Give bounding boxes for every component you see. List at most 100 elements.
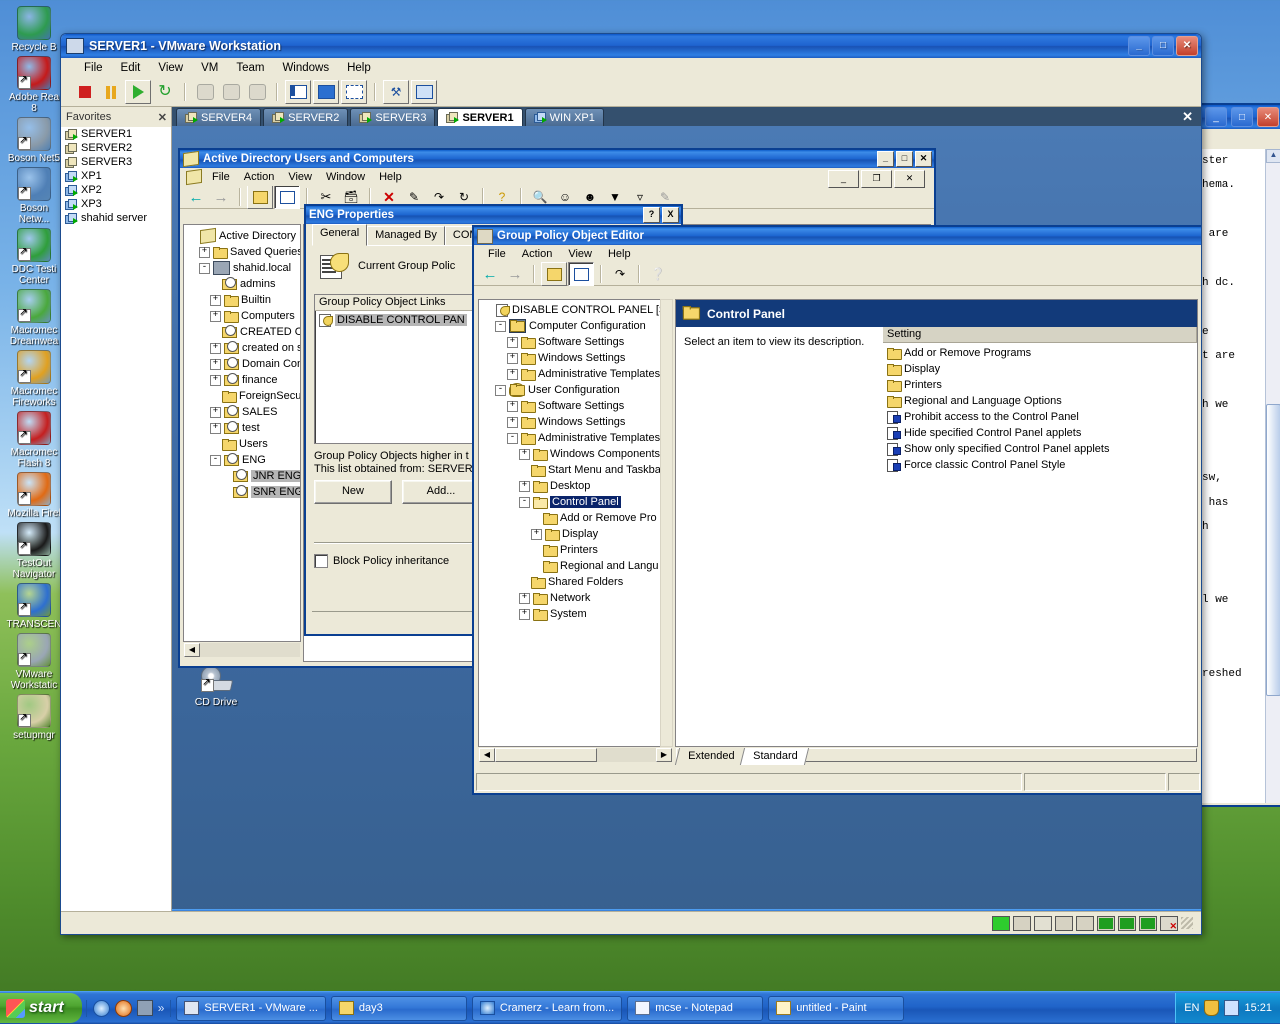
- tree-node[interactable]: Add or Remove Pro: [481, 510, 672, 526]
- resize-grip[interactable]: [1181, 917, 1193, 929]
- expand-icon[interactable]: +: [507, 400, 518, 412]
- tree-node[interactable]: Shared Folders: [481, 574, 672, 590]
- desktop-icon-transcend[interactable]: TRANSCEN: [0, 583, 68, 630]
- vm-menu-vm[interactable]: VM: [192, 61, 227, 75]
- gpoe-menu-view[interactable]: View: [560, 247, 600, 261]
- close-icon[interactable]: ✕: [158, 111, 167, 124]
- setting-row[interactable]: Show only specified Control Panel applet…: [883, 441, 1197, 457]
- vmware-menu-bar[interactable]: File Edit View VM Team Windows Help: [61, 58, 1201, 78]
- ie-icon[interactable]: [92, 999, 110, 1017]
- expand-icon[interactable]: +: [210, 374, 221, 386]
- expand-icon[interactable]: +: [210, 342, 221, 354]
- help-icon[interactable]: ❔: [646, 263, 670, 285]
- host-start-button[interactable]: start: [0, 993, 82, 1023]
- export-list-icon[interactable]: ↷: [608, 263, 632, 285]
- view-tab-standard[interactable]: Standard: [740, 748, 810, 765]
- tree-node[interactable]: Printers: [481, 542, 672, 558]
- network-disconnected-icon[interactable]: [1139, 915, 1157, 932]
- expand-icon[interactable]: +: [519, 608, 530, 620]
- desktop-icon-dreamweaver[interactable]: MacromecDreamwea: [0, 289, 68, 347]
- favorite-item-server2[interactable]: SERVER2: [61, 141, 171, 155]
- desktop-icon-setupmgr[interactable]: setupmgr: [0, 694, 68, 741]
- setting-row[interactable]: Hide specified Control Panel applets: [883, 425, 1197, 441]
- notepad-window[interactable]: _ □ ✕ ster hema. are h dc. e t are h we …: [1196, 103, 1280, 807]
- notepad-close-button[interactable]: ✕: [1257, 107, 1279, 127]
- favorite-item-xp3[interactable]: XP3: [61, 197, 171, 211]
- vmware-minimize-button[interactable]: _: [1128, 36, 1150, 56]
- tree-node[interactable]: - Control Panel: [481, 494, 672, 510]
- vm-tab-server3[interactable]: SERVER3: [350, 108, 436, 126]
- tree-node[interactable]: + Saved Queries: [186, 244, 300, 260]
- back-icon[interactable]: ←: [478, 263, 502, 285]
- engprops-tab-general[interactable]: General: [312, 224, 368, 246]
- host-task-paint[interactable]: untitled - Paint: [768, 995, 905, 1021]
- ad-menu-view[interactable]: View: [281, 170, 319, 184]
- expand-icon[interactable]: +: [210, 358, 221, 370]
- collapse-icon[interactable]: -: [495, 384, 506, 396]
- engprops-close-button[interactable]: X: [662, 207, 679, 223]
- expand-icon[interactable]: +: [210, 422, 221, 434]
- expand-icon[interactable]: +: [507, 416, 518, 428]
- vmware-close-button[interactable]: ✕: [1176, 36, 1198, 56]
- tree-node[interactable]: DISABLE CONTROL PANEL [SERVER: [481, 302, 672, 318]
- desktop-icon-testout-navigator[interactable]: TestOutNavigator: [0, 522, 68, 580]
- expand-icon[interactable]: +: [210, 310, 221, 322]
- ad-tree-hscrollbar[interactable]: ◀: [183, 642, 301, 658]
- quick-launch-bar[interactable]: »: [85, 999, 172, 1017]
- setting-row[interactable]: Add or Remove Programs: [883, 345, 1197, 361]
- tree-node[interactable]: - Computer Configuration: [481, 318, 672, 334]
- volume-icon[interactable]: [1224, 1000, 1240, 1016]
- desktop-icon-adobe-reader[interactable]: Adobe Rea8: [0, 56, 68, 114]
- host-task-vmware[interactable]: SERVER1 - VMware ...: [176, 995, 326, 1021]
- expand-icon[interactable]: +: [519, 592, 530, 604]
- expand-icon[interactable]: +: [531, 528, 542, 540]
- gpoe-tree-hscrollbar[interactable]: ◀ ▶: [478, 747, 673, 763]
- gpoe-menu-bar[interactable]: File Action View Help: [474, 245, 1201, 263]
- tree-node[interactable]: + Software Settings: [481, 398, 672, 414]
- checkbox-box[interactable]: [314, 554, 328, 568]
- desktop-icon-boson-network[interactable]: BosonNetw...: [0, 167, 68, 225]
- vm-tab-server1[interactable]: SERVER1: [437, 108, 523, 126]
- play-icon[interactable]: [125, 80, 151, 104]
- desktop-icon-vmware-workstation[interactable]: VMwareWorkstatic: [0, 633, 68, 691]
- tree-node[interactable]: + SALES: [186, 404, 300, 420]
- show-hide-tree-icon[interactable]: [274, 185, 300, 209]
- scrollbar-thumb[interactable]: [1266, 404, 1280, 696]
- host-clock[interactable]: 15:21: [1244, 1002, 1272, 1014]
- scroll-up-arrow-icon[interactable]: ▲: [1266, 149, 1280, 163]
- tree-node[interactable]: Users: [186, 436, 300, 452]
- gpoe-result-pane[interactable]: Control Panel Select an item to view its…: [675, 299, 1198, 747]
- desktop-icon-flash8[interactable]: MacromecFlash 8: [0, 411, 68, 469]
- collapse-icon[interactable]: -: [519, 496, 530, 508]
- tree-node[interactable]: + Administrative Templates: [481, 366, 672, 382]
- host-taskbar[interactable]: start » SERVER1 - VMware ... day3 Cramerz …: [0, 991, 1280, 1024]
- network-icon[interactable]: [1097, 915, 1115, 931]
- vm-tab-server2[interactable]: SERVER2: [263, 108, 349, 126]
- expand-icon[interactable]: +: [210, 406, 221, 418]
- network-disconnected-icon[interactable]: [1118, 915, 1136, 932]
- expand-icon[interactable]: +: [199, 246, 210, 258]
- host-task-folder[interactable]: day3: [330, 995, 467, 1021]
- firefox-icon[interactable]: [114, 999, 132, 1017]
- tree-node[interactable]: - shahid.local: [186, 260, 300, 276]
- notepad-scrollbar[interactable]: ▲: [1265, 149, 1280, 803]
- hard-disk-icon[interactable]: [1013, 915, 1031, 931]
- close-tab-icon[interactable]: ✕: [1182, 109, 1193, 125]
- tree-node[interactable]: + Windows Settings: [481, 350, 672, 366]
- vm-tab-strip[interactable]: SERVER4 SERVER2 SERVER3 SERVER1 WIN XP1 ✕: [172, 107, 1201, 126]
- cd-drive-icon[interactable]: [1034, 915, 1052, 931]
- vm-tab-server4[interactable]: SERVER4: [176, 108, 262, 126]
- ad-mdi-restore-button[interactable]: ❐: [861, 170, 892, 188]
- ad-menu-action[interactable]: Action: [237, 170, 282, 184]
- chevron-more-icon[interactable]: »: [158, 1001, 165, 1015]
- host-task-ie[interactable]: Cramerz - Learn from...: [471, 995, 623, 1021]
- tree-node[interactable]: + created on s: [186, 340, 300, 356]
- full-screen-icon[interactable]: [313, 80, 339, 104]
- show-sidebar-icon[interactable]: [285, 80, 311, 104]
- ad-menu-help[interactable]: Help: [372, 170, 409, 184]
- gpoe-menu-help[interactable]: Help: [600, 247, 639, 261]
- tree-node[interactable]: + test: [186, 420, 300, 436]
- favorite-item-server1[interactable]: SERVER1: [61, 127, 171, 141]
- gpoe-menu-file[interactable]: File: [480, 247, 514, 261]
- reset-icon[interactable]: ↻: [153, 81, 177, 103]
